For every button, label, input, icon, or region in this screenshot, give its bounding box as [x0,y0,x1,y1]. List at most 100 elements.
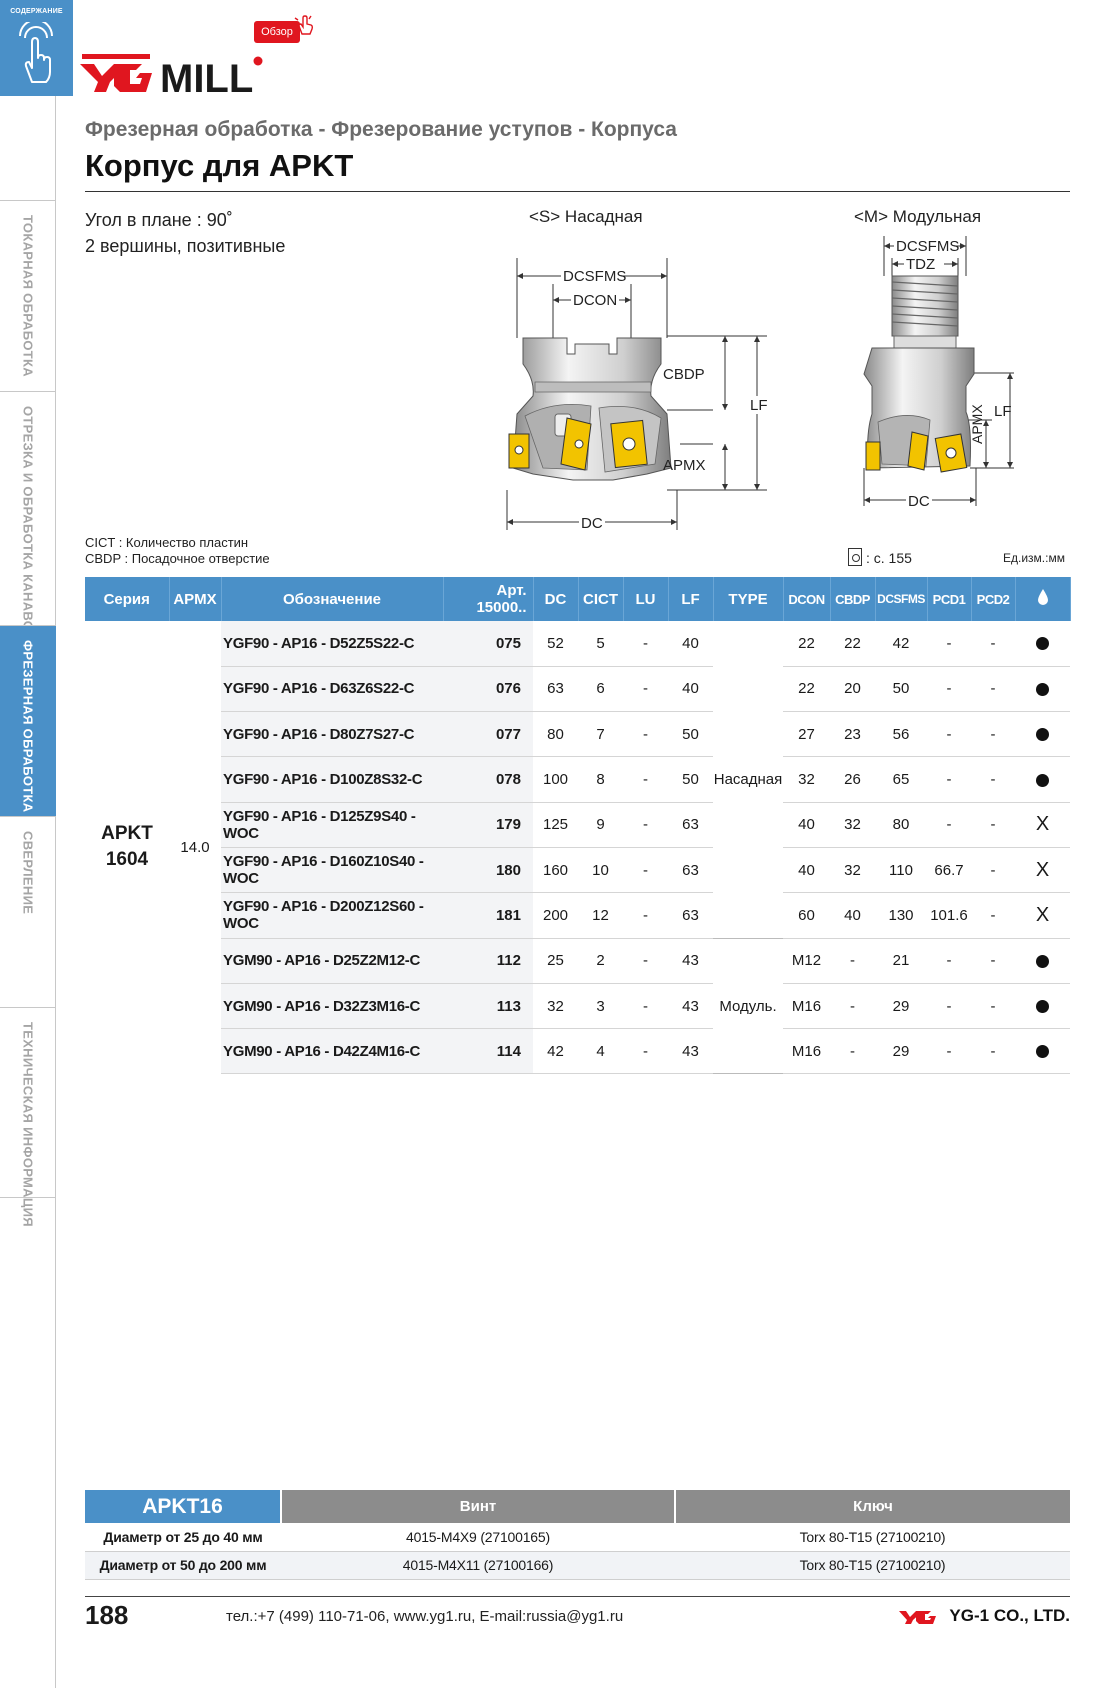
col-lu: LU [623,577,669,621]
col-dc: DC [533,577,579,621]
coolant-dot-icon [1036,728,1049,742]
lu-cell: - [623,892,668,939]
dc-cell: 25 [533,938,578,984]
tab-drilling[interactable]: СВЕРЛЕНИЕ [0,816,56,1007]
insert-page-reference[interactable]: : с. 155 [848,548,912,566]
dcon-cell: 40 [783,802,830,848]
col-cict: CICT [578,577,624,621]
dcsfms-cell: 29 [875,983,927,1030]
accessory-range: Диаметр от 25 до 40 мм [85,1523,281,1552]
pcd2-cell: - [971,711,1015,758]
art-cell: 078 [443,756,533,803]
dim-lf: LF [750,397,768,414]
designation-cell: YGF90 - AP16 - D200Z12S60 - WOC [221,892,443,939]
dcon-cell: 22 [783,666,830,713]
svg-text:MILL: MILL [160,57,253,94]
accessory-row: Диаметр от 50 до 200 мм 4015-M4X11 (2710… [85,1551,1070,1580]
art-cell: 075 [443,621,533,667]
tab-milling[interactable]: ФРЕЗЕРНАЯ ОБРАБОТКА [0,625,56,816]
dcon-cell: M16 [783,983,830,1030]
dcsfms-cell: 29 [875,1028,927,1075]
accessory-key: Torx 80-T15 (27100210) [675,1523,1070,1552]
overview-button[interactable]: Обзор [254,15,314,46]
contact-info: тел.:+7 (499) 110-71-06, www.yg1.ru, E-m… [226,1608,624,1625]
dcsfms-cell: 56 [875,711,927,758]
pcd2-cell: - [971,666,1015,713]
tab-turning[interactable]: ТОКАРНАЯ ОБРАБОТКА [0,200,56,391]
dcsfms-cell: 110 [875,847,927,894]
col-apmx: APMX [169,577,222,621]
coolant-drop-icon [1037,589,1048,605]
table-row: YGF90 - AP16 - D200Z12S60 - WOC 181 200 12-… [85,892,1070,939]
cbdp-cell: - [830,938,875,984]
cbdp-cell: 40 [830,892,875,939]
cbdp-cell: 32 [830,802,875,848]
dcsfms-cell: 21 [875,938,927,984]
spec-edges: 2 вершины, позитивные [85,236,286,256]
table-row: YGF90 - AP16 - D160Z10S40 - WOC 180 160 10-… [85,847,1070,894]
pcd1-cell: - [927,983,971,1030]
coolant-cell [1015,938,1070,984]
table-row: APKT 1604 14.0 YGF90 - AP16 - D52Z5S22-C 075… [85,621,1070,939]
dcon-cell: M16 [783,1028,830,1075]
tab-parting-grooving[interactable]: ОТРЕЗКА И ОБРАБОТКА КАНАВОК [0,391,56,639]
accessory-header-row: APKT16 Винт Ключ [85,1490,1070,1523]
pcd2-cell: - [971,1028,1015,1075]
pcd1-cell: - [927,756,971,803]
tab-technical-label: ТЕХНИЧЕСКАЯ ИНФОРМАЦИЯ [20,1022,36,1227]
dcon-cell: 27 [783,711,830,758]
toc-button[interactable]: СОДЕРЖАНИЕ [0,0,73,96]
yg-mill-logo: MILL [80,54,263,94]
tab-milling-label: ФРЕЗЕРНАЯ ОБРАБОТКА [20,640,36,813]
table-header-row: Серия APMX Обозначение Арт. 15000.. DC C… [85,577,1071,621]
col-pcd2: PCD2 [971,577,1016,621]
lf-cell: 50 [668,756,713,803]
accessory-key: Torx 80-T15 (27100210) [675,1551,1070,1580]
pcd1-cell: - [927,711,971,758]
col-designation: Обозначение [221,577,444,621]
lf-cell: 40 [668,621,713,667]
pcd2-cell: - [971,892,1015,939]
pcd1-cell: 66.7 [927,847,971,894]
col-dcon: DCON [783,577,831,621]
yg-logo-icon [899,1611,937,1624]
pcd2-cell: - [971,802,1015,848]
lu-cell: - [623,938,668,984]
lf-cell: 63 [668,892,713,939]
pcd1-cell: - [927,666,971,713]
col-type: TYPE [713,577,784,621]
dim-dc: DC [581,515,603,532]
coolant-cell [1015,756,1070,803]
art-cell: 076 [443,666,533,713]
dim-m-dc: DC [908,493,930,510]
lf-cell: 63 [668,802,713,848]
legend-cict: CICT : Количество пластин [85,535,249,550]
spec-text: Угол в плане : 90˚ 2 вершины, позитивные [85,207,285,259]
series-name: APKT [101,823,153,845]
dim-m-lf: LF [994,403,1012,420]
lu-cell: - [623,711,668,758]
lu-cell: - [623,983,668,1030]
tab-technical-info[interactable]: ТЕХНИЧЕСКАЯ ИНФОРМАЦИЯ [0,1007,56,1227]
table-row: YGF90 - AP16 - D125Z9S40 - WOC 179 125 9-63… [85,802,1070,848]
type-cell: Насадная [713,621,783,939]
col-coolant [1015,577,1071,621]
cbdp-cell: 32 [830,847,875,894]
coolant-cell [1015,666,1070,713]
pcd1-cell: - [927,938,971,984]
coolant-cell: X [1015,802,1070,848]
drawing-m-label: <M> Модульная [854,207,982,226]
dim-dcon: DCON [573,292,617,309]
col-dcsfms: DCSFMS [875,577,928,621]
drawing-modular-mill: DCSFMS TDZ LF APMX DC [863,236,1014,510]
table-row: YGF90 - AP16 - D100Z8S32-C 078 100 8-50 32 26… [85,756,1070,803]
dcon-cell: 32 [783,756,830,803]
accessory-screw-header: Винт [281,1490,676,1523]
drawing-s-label: <S> Насадная [529,207,643,226]
dc-cell: 32 [533,983,578,1030]
col-pcd1: PCD1 [927,577,972,621]
lu-cell: - [623,847,668,894]
pcd2-cell: - [971,621,1015,667]
dc-cell: 125 [533,802,578,848]
dcon-cell: M12 [783,938,830,984]
